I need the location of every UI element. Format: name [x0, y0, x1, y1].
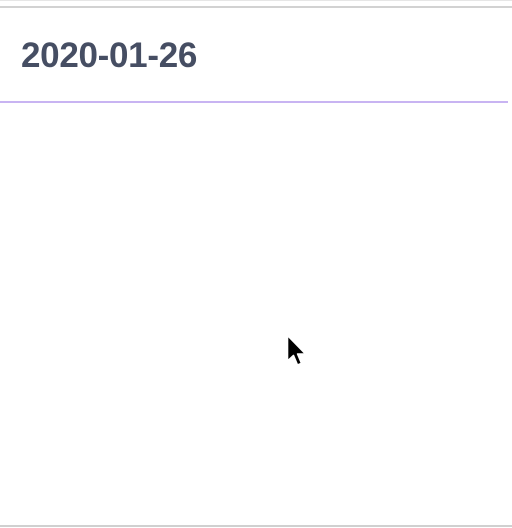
- date-title: 2020-01-26: [21, 36, 198, 75]
- date-header: 2020-01-26: [0, 8, 508, 102]
- content-area: [0, 103, 512, 525]
- mouse-pointer-arrow-icon: [286, 334, 310, 372]
- bottom-border: [0, 525, 512, 527]
- viewport: 2020-01-26: [0, 0, 512, 528]
- top-border: [0, 0, 512, 1]
